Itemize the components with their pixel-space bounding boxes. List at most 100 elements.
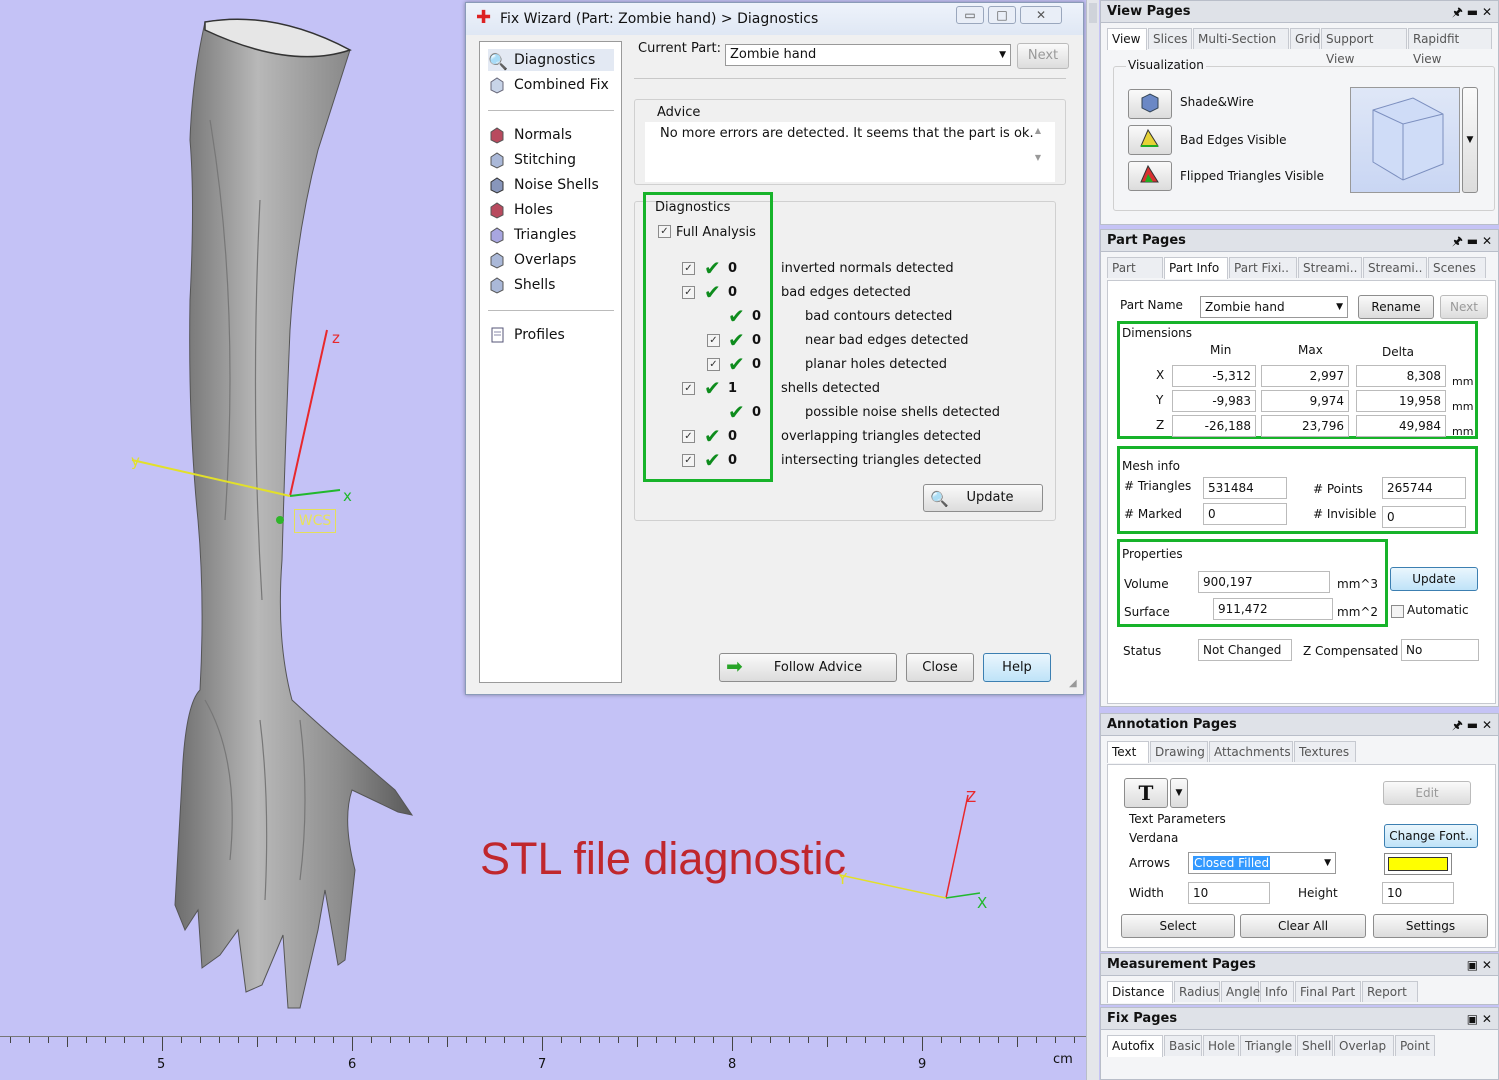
change-font-button[interactable]: Change Font.. — [1384, 824, 1478, 848]
tab-view[interactable]: View — [1107, 28, 1147, 50]
tab-basic[interactable]: Basic — [1164, 1035, 1202, 1056]
tab-distance[interactable]: Distance — [1107, 981, 1173, 1003]
follow-advice-button[interactable]: ➡ Follow Advice — [719, 653, 897, 682]
panel-pin-close-icons[interactable]: 🖈 ▬ ✕ — [1452, 714, 1492, 736]
ruler-tick — [276, 1037, 277, 1043]
current-part-select[interactable]: Zombie hand ▼ — [725, 44, 1011, 66]
tab-textures[interactable]: Textures — [1294, 741, 1356, 762]
edit-button[interactable]: Edit — [1383, 781, 1471, 805]
diagnostic-row-checkbox[interactable]: ✓ — [682, 430, 695, 443]
color-swatch-button[interactable] — [1384, 853, 1452, 875]
diagnostic-row-checkbox[interactable]: ✓ — [682, 382, 695, 395]
shade-wire-button[interactable] — [1128, 89, 1172, 119]
view-cube[interactable] — [1350, 87, 1460, 193]
automatic-checkbox[interactable] — [1391, 605, 1404, 618]
tab-point[interactable]: Point — [1395, 1035, 1435, 1056]
ruler-tick — [124, 1037, 125, 1043]
help-button[interactable]: Help — [983, 653, 1051, 682]
full-analysis-checkbox[interactable]: ✓ — [658, 225, 671, 238]
text-tool-dropdown[interactable]: ▼ — [1170, 778, 1188, 808]
nav-item-combined-fix[interactable]: Combined Fix — [488, 74, 609, 96]
panel-restore-close-icons[interactable]: ▣ ✕ — [1467, 1008, 1492, 1030]
clear-all-button[interactable]: Clear All — [1240, 914, 1366, 938]
nav-item-diagnostics[interactable]: 🔍 Diagnostics — [488, 49, 614, 71]
tab-hole[interactable]: Hole — [1203, 1035, 1239, 1056]
nav-item-shells[interactable]: Shells — [488, 274, 555, 296]
properties-label: Properties — [1122, 547, 1183, 561]
nav-item-holes[interactable]: Holes — [488, 199, 553, 221]
diagnostic-row-checkbox[interactable]: ✓ — [682, 286, 695, 299]
tab-autofix[interactable]: Autofix — [1107, 1035, 1163, 1057]
nav-item-stitching[interactable]: Stitching — [488, 149, 576, 171]
tab-rapidfit-view[interactable]: Rapidfit View — [1408, 28, 1492, 66]
diagnostic-row-checkbox[interactable]: ✓ — [707, 358, 720, 371]
tab-attachments[interactable]: Attachments — [1209, 741, 1293, 762]
height-field[interactable]: 10 — [1382, 882, 1454, 904]
tab-streami[interactable]: Streami.. — [1363, 257, 1427, 278]
tab-angle[interactable]: Angle — [1221, 981, 1260, 1002]
nav-item-profiles[interactable]: Profiles — [488, 324, 565, 346]
tab-grid[interactable]: Grid — [1290, 28, 1320, 49]
tab-triangle[interactable]: Triangle — [1240, 1035, 1296, 1056]
tab-multi-section[interactable]: Multi-Section — [1193, 28, 1289, 49]
dock-splitter[interactable] — [1086, 0, 1099, 1080]
close-window-button[interactable]: ✕ — [1020, 6, 1062, 24]
nav-item-overlaps[interactable]: Overlaps — [488, 249, 576, 271]
tab-part-fixi[interactable]: Part Fixi.. — [1229, 257, 1297, 278]
next-button[interactable]: Next — [1017, 43, 1069, 69]
panel-title: Measurement Pages — [1107, 957, 1256, 972]
diagnostic-text: inverted normals detected — [781, 261, 954, 276]
close-button[interactable]: Close — [906, 653, 974, 682]
dimension-axis-label: X — [1156, 368, 1165, 382]
width-label: Width — [1129, 886, 1164, 900]
part-name-select[interactable]: Zombie hand ▼ — [1200, 296, 1348, 318]
fix-pages-panel: Fix Pages ▣ ✕ Autofix Basic Hole Triangle She… — [1100, 1007, 1499, 1080]
arrows-select[interactable]: Closed Filled ▼ — [1188, 852, 1336, 874]
view-cube-dropdown[interactable]: ▼ — [1462, 87, 1478, 193]
tab-support-view[interactable]: Support View — [1321, 28, 1407, 66]
diagnostic-row-checkbox[interactable]: ✓ — [682, 454, 695, 467]
update-properties-button[interactable]: Update — [1390, 567, 1478, 591]
bad-edges-button[interactable] — [1128, 125, 1172, 155]
panel-pin-close-icons[interactable]: 🖈 ▬ ✕ — [1452, 230, 1492, 252]
annotation-pages-header: Annotation Pages 🖈 ▬ ✕ — [1101, 714, 1498, 736]
diagnostic-row-checkbox[interactable]: ✓ — [707, 334, 720, 347]
flipped-triangles-button[interactable] — [1128, 161, 1172, 191]
text-tool-button[interactable]: T — [1124, 778, 1168, 808]
resize-grip-icon[interactable]: ◢ — [1069, 678, 1077, 689]
panel-restore-close-icons[interactable]: ▣ ✕ — [1467, 954, 1492, 976]
next-part-button[interactable]: Next — [1440, 295, 1488, 319]
settings-button[interactable]: Settings — [1373, 914, 1488, 938]
maximize-button[interactable]: □ — [988, 6, 1016, 24]
panel-pin-close-icons[interactable]: 🖈 ▬ ✕ — [1452, 1, 1492, 23]
ruler-tick — [314, 1037, 315, 1043]
tab-report[interactable]: Report — [1362, 981, 1418, 1002]
ruler-tick — [903, 1037, 904, 1043]
tab-info[interactable]: Info — [1260, 981, 1294, 1002]
update-diagnostics-button[interactable]: 🔍 Update — [923, 484, 1043, 512]
tab-part-info[interactable]: Part Info — [1164, 257, 1228, 279]
nav-label: Normals — [514, 127, 572, 143]
tab-overlap[interactable]: Overlap — [1334, 1035, 1394, 1056]
tab-text[interactable]: Text — [1107, 741, 1149, 763]
select-button[interactable]: Select — [1121, 914, 1235, 938]
tab-shell[interactable]: Shell — [1297, 1035, 1333, 1056]
tab-part-list[interactable]: Part List — [1107, 257, 1163, 295]
tab-scenes[interactable]: Scenes — [1428, 257, 1486, 278]
nav-item-normals[interactable]: Normals — [488, 124, 572, 146]
pin-icon[interactable] — [1089, 3, 1097, 23]
width-field[interactable]: 10 — [1188, 882, 1270, 904]
tab-final-part[interactable]: Final Part — [1295, 981, 1361, 1002]
minimize-button[interactable]: ▭ — [956, 6, 984, 24]
nav-item-noise-shells[interactable]: Noise Shells — [488, 174, 599, 196]
tab-radius[interactable]: Radius — [1174, 981, 1220, 1002]
diagnostic-row-checkbox[interactable]: ✓ — [682, 262, 695, 275]
rename-button[interactable]: Rename — [1358, 295, 1434, 319]
dialog-titlebar[interactable]: ✚ Fix Wizard (Part: Zombie hand) > Diagn… — [466, 3, 1083, 35]
tab-slices[interactable]: Slices — [1148, 28, 1192, 49]
advice-scrollbar[interactable]: ▲ ▼ — [1031, 126, 1045, 178]
diagnostic-text: bad contours detected — [805, 309, 953, 324]
nav-item-triangles[interactable]: Triangles — [488, 224, 576, 246]
tab-streami[interactable]: Streami.. — [1298, 257, 1362, 278]
tab-drawing[interactable]: Drawing — [1150, 741, 1208, 762]
